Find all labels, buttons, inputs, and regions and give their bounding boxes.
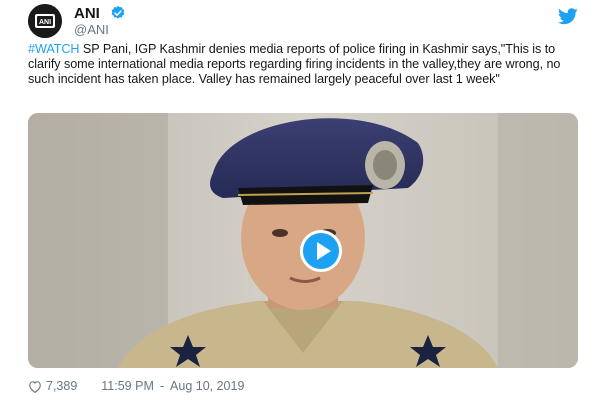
tweet-text: #WATCH SP Pani, IGP Kashmir denies media…: [28, 42, 584, 87]
like-count[interactable]: 7,389: [46, 379, 77, 393]
handle[interactable]: @ANI: [74, 22, 109, 37]
twitter-bird-icon[interactable]: [558, 8, 578, 25]
video-player[interactable]: [28, 113, 578, 368]
heart-icon[interactable]: [28, 380, 42, 393]
tweet-meta: 7,389 11:59 PM - Aug 10, 2019: [28, 376, 244, 396]
tweet-card: ANI ANI @ANI #WATCH SP Pani, IGP Kashmir…: [22, 0, 584, 400]
display-name[interactable]: ANI: [74, 5, 100, 22]
separator: -: [159, 379, 165, 393]
play-icon[interactable]: [300, 230, 342, 272]
tweet-date[interactable]: Aug 10, 2019: [170, 379, 244, 393]
ani-logo-icon: ANI: [28, 4, 62, 38]
tweet-time[interactable]: 11:59 PM: [101, 379, 154, 393]
tweet-body: SP Pani, IGP Kashmir denies media report…: [28, 42, 561, 86]
verified-badge-icon: [111, 6, 125, 19]
avatar[interactable]: ANI: [28, 4, 62, 38]
svg-text:ANI: ANI: [39, 19, 51, 26]
hashtag-link[interactable]: #WATCH: [28, 42, 80, 56]
